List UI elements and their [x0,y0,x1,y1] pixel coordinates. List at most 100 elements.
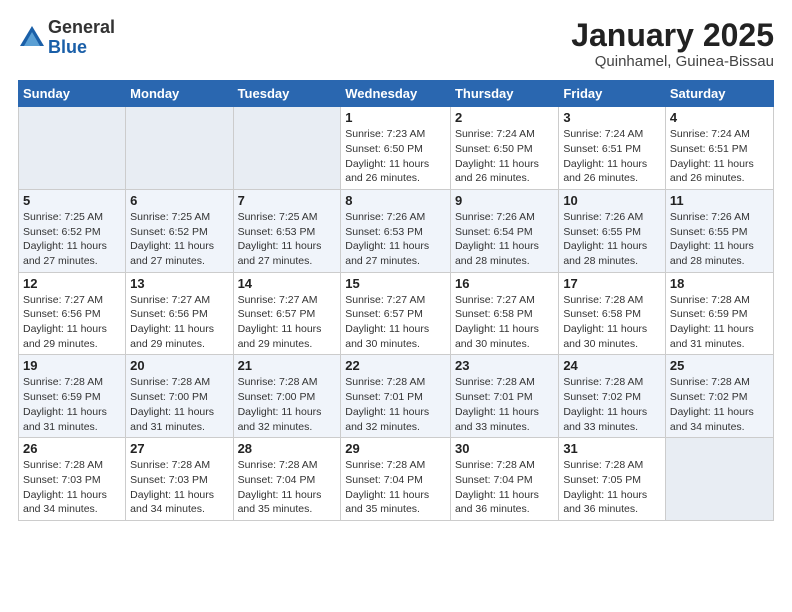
day-number: 22 [345,358,446,373]
table-row: 23Sunrise: 7:28 AMSunset: 7:01 PMDayligh… [450,355,558,438]
day-number: 10 [563,193,661,208]
day-number: 7 [238,193,337,208]
day-info: Sunrise: 7:28 AMSunset: 6:58 PMDaylight:… [563,293,661,352]
day-info: Sunrise: 7:23 AMSunset: 6:50 PMDaylight:… [345,127,446,186]
day-number: 18 [670,276,769,291]
table-row: 30 Sunrise: 7:28 AMSunset: 7:04 PMDayligh… [450,438,558,521]
table-row: 18 Sunrise: 7:28 AMSunset: 6:59 PMDayligh… [665,272,773,355]
table-row: 12 Sunrise: 7:27 AMSunset: 6:56 PMDayligh… [19,272,126,355]
table-row: 29Sunrise: 7:28 AMSunset: 7:04 PMDayligh… [341,438,451,521]
table-row: 14 Sunrise: 7:27 AMSunset: 6:57 PMDayligh… [233,272,341,355]
day-info: Sunrise: 7:28 AMSunset: 7:02 PMDaylight:… [670,375,769,434]
day-number: 29 [345,441,446,456]
day-number: 27 [130,441,228,456]
day-info: Sunrise: 7:24 AMSunset: 6:51 PMDaylight:… [670,127,769,186]
day-info: Sunrise: 7:28 AMSunset: 7:00 PMDaylight:… [130,375,228,434]
calendar-table: Sunday Monday Tuesday Wednesday Thursday… [18,80,774,521]
day-info: Sunrise: 7:28 AMSunset: 7:04 PMDaylight:… [238,458,337,517]
day-info: Sunrise: 7:27 AMSunset: 6:56 PMDaylight:… [130,293,228,352]
table-row: 16Sunrise: 7:27 AMSunset: 6:58 PMDayligh… [450,272,558,355]
logo-blue-label: Blue [48,38,115,58]
day-number: 19 [23,358,121,373]
logo-text: General Blue [48,18,115,58]
day-info: Sunrise: 7:28 AMSunset: 7:02 PMDaylight:… [563,375,661,434]
table-row: 6 Sunrise: 7:25 AMSunset: 6:52 PMDaylight… [126,189,233,272]
table-row: 7 Sunrise: 7:25 AMSunset: 6:53 PMDaylight… [233,189,341,272]
table-row: 11Sunrise: 7:26 AMSunset: 6:55 PMDayligh… [665,189,773,272]
table-row: 26 Sunrise: 7:28 AMSunset: 7:03 PMDayligh… [19,438,126,521]
day-info: Sunrise: 7:27 AMSunset: 6:57 PMDaylight:… [238,293,337,352]
day-info: Sunrise: 7:27 AMSunset: 6:56 PMDaylight:… [23,293,121,352]
table-row [19,107,126,190]
table-row: 22 Sunrise: 7:28 AMSunset: 7:01 PMDayligh… [341,355,451,438]
table-row: 21 Sunrise: 7:28 AMSunset: 7:00 PMDayligh… [233,355,341,438]
calendar-header-row: Sunday Monday Tuesday Wednesday Thursday… [19,81,774,107]
calendar-week-row: 12 Sunrise: 7:27 AMSunset: 6:56 PMDayligh… [19,272,774,355]
logo-icon [18,24,46,52]
table-row: 24 Sunrise: 7:28 AMSunset: 7:02 PMDayligh… [559,355,666,438]
header-wednesday: Wednesday [341,81,451,107]
table-row: 10 Sunrise: 7:26 AMSunset: 6:55 PMDayligh… [559,189,666,272]
table-row [665,438,773,521]
day-number: 3 [563,110,661,125]
logo-general-label: General [48,18,115,38]
day-info: Sunrise: 7:26 AMSunset: 6:54 PMDaylight:… [455,210,554,269]
day-info: Sunrise: 7:28 AMSunset: 7:01 PMDaylight:… [345,375,446,434]
day-info: Sunrise: 7:28 AMSunset: 6:59 PMDaylight:… [670,293,769,352]
calendar-week-row: 19 Sunrise: 7:28 AMSunset: 6:59 PMDayligh… [19,355,774,438]
day-number: 14 [238,276,337,291]
day-number: 20 [130,358,228,373]
table-row: 27Sunrise: 7:28 AMSunset: 7:03 PMDayligh… [126,438,233,521]
header-sunday: Sunday [19,81,126,107]
day-number: 21 [238,358,337,373]
table-row [126,107,233,190]
table-row: 15Sunrise: 7:27 AMSunset: 6:57 PMDayligh… [341,272,451,355]
table-row: 4 Sunrise: 7:24 AMSunset: 6:51 PMDaylight… [665,107,773,190]
day-number: 11 [670,193,769,208]
day-number: 6 [130,193,228,208]
day-info: Sunrise: 7:27 AMSunset: 6:58 PMDaylight:… [455,293,554,352]
calendar-week-row: 5 Sunrise: 7:25 AMSunset: 6:52 PMDaylight… [19,189,774,272]
day-number: 26 [23,441,121,456]
day-number: 30 [455,441,554,456]
day-number: 31 [563,441,661,456]
day-number: 2 [455,110,554,125]
day-number: 25 [670,358,769,373]
table-row: 28Sunrise: 7:28 AMSunset: 7:04 PMDayligh… [233,438,341,521]
header-tuesday: Tuesday [233,81,341,107]
day-number: 8 [345,193,446,208]
table-row: 9Sunrise: 7:26 AMSunset: 6:54 PMDaylight… [450,189,558,272]
table-row [233,107,341,190]
day-info: Sunrise: 7:28 AMSunset: 7:00 PMDaylight:… [238,375,337,434]
day-info: Sunrise: 7:28 AMSunset: 7:01 PMDaylight:… [455,375,554,434]
table-row: 3Sunrise: 7:24 AMSunset: 6:51 PMDaylight… [559,107,666,190]
table-row: 5Sunrise: 7:25 AMSunset: 6:52 PMDaylight… [19,189,126,272]
day-number: 17 [563,276,661,291]
day-info: Sunrise: 7:28 AMSunset: 7:04 PMDaylight:… [455,458,554,517]
calendar-title: January 2025 [571,18,774,53]
day-info: Sunrise: 7:28 AMSunset: 7:03 PMDaylight:… [23,458,121,517]
day-info: Sunrise: 7:26 AMSunset: 6:55 PMDaylight:… [563,210,661,269]
logo: General Blue [18,18,115,58]
table-row: 13Sunrise: 7:27 AMSunset: 6:56 PMDayligh… [126,272,233,355]
calendar-subtitle: Quinhamel, Guinea-Bissau [571,53,774,70]
day-number: 24 [563,358,661,373]
table-row: 19 Sunrise: 7:28 AMSunset: 6:59 PMDayligh… [19,355,126,438]
day-number: 12 [23,276,121,291]
day-info: Sunrise: 7:27 AMSunset: 6:57 PMDaylight:… [345,293,446,352]
page: General Blue January 2025 Quinhamel, Gui… [0,0,792,531]
header-thursday: Thursday [450,81,558,107]
day-info: Sunrise: 7:24 AMSunset: 6:50 PMDaylight:… [455,127,554,186]
table-row: 2 Sunrise: 7:24 AMSunset: 6:50 PMDaylight… [450,107,558,190]
day-number: 5 [23,193,121,208]
day-info: Sunrise: 7:28 AMSunset: 7:05 PMDaylight:… [563,458,661,517]
day-number: 1 [345,110,446,125]
day-info: Sunrise: 7:25 AMSunset: 6:53 PMDaylight:… [238,210,337,269]
day-number: 4 [670,110,769,125]
day-info: Sunrise: 7:25 AMSunset: 6:52 PMDaylight:… [130,210,228,269]
title-block: January 2025 Quinhamel, Guinea-Bissau [571,18,774,70]
day-info: Sunrise: 7:28 AMSunset: 6:59 PMDaylight:… [23,375,121,434]
table-row: 25 Sunrise: 7:28 AMSunset: 7:02 PMDayligh… [665,355,773,438]
day-info: Sunrise: 7:26 AMSunset: 6:53 PMDaylight:… [345,210,446,269]
header-friday: Friday [559,81,666,107]
